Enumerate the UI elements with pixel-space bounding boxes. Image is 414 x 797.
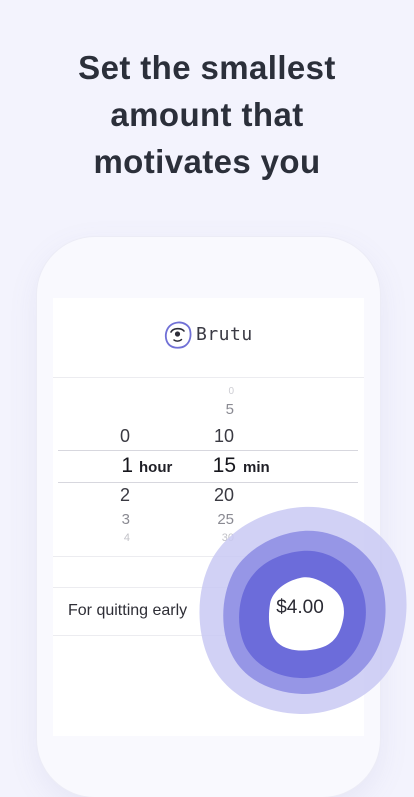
penalty-label: For quitting early	[68, 602, 188, 619]
headline-line-2: amount that	[110, 96, 304, 133]
app-header: Brutu	[53, 298, 364, 378]
minute-option[interactable]: 5	[208, 401, 234, 418]
brutu-face-logo-icon	[164, 321, 192, 349]
hour-selected[interactable]: 1	[108, 454, 133, 478]
hour-option[interactable]: 4	[108, 532, 130, 544]
headline-line-3: motivates you	[93, 143, 321, 180]
minute-option[interactable]: 0	[208, 386, 234, 397]
headline-line-1: Set the smallest	[78, 49, 336, 86]
minute-selected[interactable]: 15	[208, 454, 236, 478]
picker-selection-bottom-line	[58, 482, 358, 483]
hour-unit-label: hour	[139, 459, 173, 476]
hour-option[interactable]: 2	[108, 485, 130, 506]
hour-option[interactable]: 0	[108, 426, 130, 447]
app-name: Brutu	[196, 324, 253, 345]
hour-option[interactable]: 3	[108, 511, 130, 528]
headline: Set the smallest amount that motivates y…	[0, 44, 414, 185]
minute-unit-label: min	[243, 459, 270, 476]
penalty-amount[interactable]: $4.00	[257, 597, 343, 619]
minute-option[interactable]: 10	[208, 426, 234, 447]
picker-selection-top-line	[58, 450, 358, 451]
